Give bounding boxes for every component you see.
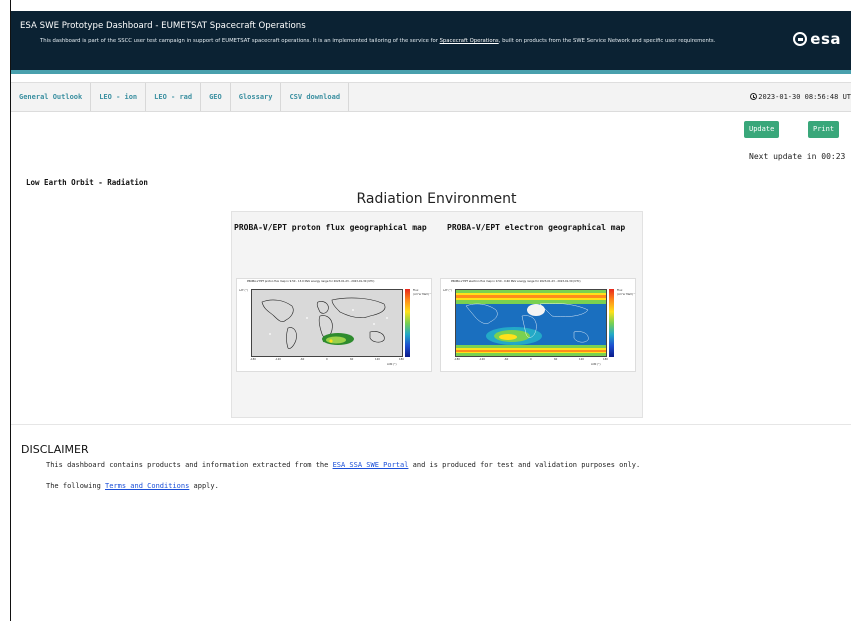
tab-csv-download[interactable]: CSV download bbox=[281, 83, 350, 111]
proton-x-tick: 180 bbox=[399, 358, 404, 361]
print-button[interactable]: Print bbox=[808, 121, 840, 138]
esa-logo[interactable]: esa bbox=[793, 30, 841, 48]
clock-icon bbox=[750, 93, 758, 100]
terms-text: The following Terms and Conditions apply… bbox=[46, 482, 219, 490]
proton-legend-unit: (cm²sr MeV)⁻¹ bbox=[413, 293, 432, 296]
proton-map-plot-title: PROBA-V EPT proton flux map in 9.50 - 13… bbox=[247, 280, 375, 283]
tab-geo[interactable]: GEO bbox=[201, 83, 231, 111]
section-title: Low Earth Orbit - Radiation bbox=[26, 178, 148, 187]
update-button[interactable]: Update bbox=[744, 121, 780, 138]
app-subtitle: This dashboard is part of the SSCC user … bbox=[40, 38, 716, 44]
electron-map-caption: PROBA-V/EPT electron geographical map bbox=[447, 223, 626, 232]
top-nav: General Outlook LEO - ion LEO - rad GEO … bbox=[11, 82, 851, 112]
proton-map-plot-area bbox=[251, 289, 403, 357]
radiation-heading: Radiation Environment bbox=[356, 191, 517, 207]
proton-map-caption: PROBA-V/EPT proton flux geographical map bbox=[234, 223, 427, 232]
proton-legend-flux: Flux bbox=[413, 289, 419, 292]
electron-world-map bbox=[456, 290, 606, 356]
electron-x-tick: -120 bbox=[479, 358, 485, 361]
proton-x-axis-label: LON (°) bbox=[387, 363, 397, 366]
electron-flux-map[interactable]: PROBA-V EPT electron flux map in 0.50 - … bbox=[440, 278, 636, 372]
electron-x-tick: -60 bbox=[504, 358, 509, 361]
proton-x-tick: -120 bbox=[275, 358, 281, 361]
esa-logo-icon bbox=[793, 32, 808, 46]
electron-x-tick: 60 bbox=[554, 358, 558, 361]
proton-x-tick: -60 bbox=[300, 358, 305, 361]
proton-colorbar bbox=[405, 289, 410, 357]
electron-x-tick: 120 bbox=[579, 358, 584, 361]
electron-x-axis-label: LON (°) bbox=[591, 363, 601, 366]
proton-x-tick: 120 bbox=[375, 358, 380, 361]
proton-world-map bbox=[261, 297, 388, 349]
proton-x-tick: -180 bbox=[250, 358, 256, 361]
next-update-countdown: Next update in 00:23 bbox=[749, 152, 846, 161]
disclaimer-title: DISCLAIMER bbox=[21, 443, 89, 456]
spacecraft-operations-link[interactable]: Spacecraft Operations bbox=[440, 38, 499, 44]
tab-glossary[interactable]: Glossary bbox=[231, 83, 282, 111]
nav-tabs: General Outlook LEO - ion LEO - rad GEO … bbox=[11, 83, 350, 111]
disclaimer-text: This dashboard contains products and inf… bbox=[46, 461, 641, 469]
electron-x-tick: 0 bbox=[530, 358, 532, 361]
app-title: ESA SWE Prototype Dashboard - EUMETSAT S… bbox=[20, 21, 306, 31]
header-accent-bar bbox=[11, 70, 851, 74]
electron-y-axis-label: LAT (°) bbox=[443, 289, 452, 292]
tab-leo-rad[interactable]: LEO - rad bbox=[146, 83, 202, 111]
current-datetime: 2023-01-30 08:56:48 UT bbox=[750, 83, 851, 111]
app-header: ESA SWE Prototype Dashboard - EUMETSAT S… bbox=[11, 11, 851, 70]
electron-x-tick: -180 bbox=[454, 358, 460, 361]
electron-map-plot-area bbox=[455, 289, 607, 357]
electron-colorbar bbox=[609, 289, 614, 357]
esa-logo-text: esa bbox=[810, 30, 841, 48]
proton-x-tick: 0 bbox=[326, 358, 328, 361]
proton-y-axis-label: LAT (°) bbox=[239, 289, 248, 292]
section-divider bbox=[11, 424, 851, 425]
electron-map-plot-title: PROBA-V EPT electron flux map in 0.50 - … bbox=[451, 280, 581, 283]
tab-general-outlook[interactable]: General Outlook bbox=[11, 83, 92, 111]
electron-x-tick: 180 bbox=[603, 358, 608, 361]
electron-legend-flux: Flux bbox=[617, 289, 623, 292]
terms-and-conditions-link[interactable]: Terms and Conditions bbox=[105, 482, 189, 490]
electron-legend-unit: (cm²sr MeV)⁻¹ bbox=[617, 293, 636, 296]
proton-flux-map[interactable]: PROBA-V EPT proton flux map in 9.50 - 13… bbox=[236, 278, 432, 372]
esa-ssa-swe-portal-link[interactable]: ESA SSA SWE Portal bbox=[333, 461, 409, 469]
proton-x-tick: 60 bbox=[350, 358, 354, 361]
tab-leo-ion[interactable]: LEO - ion bbox=[91, 83, 147, 111]
